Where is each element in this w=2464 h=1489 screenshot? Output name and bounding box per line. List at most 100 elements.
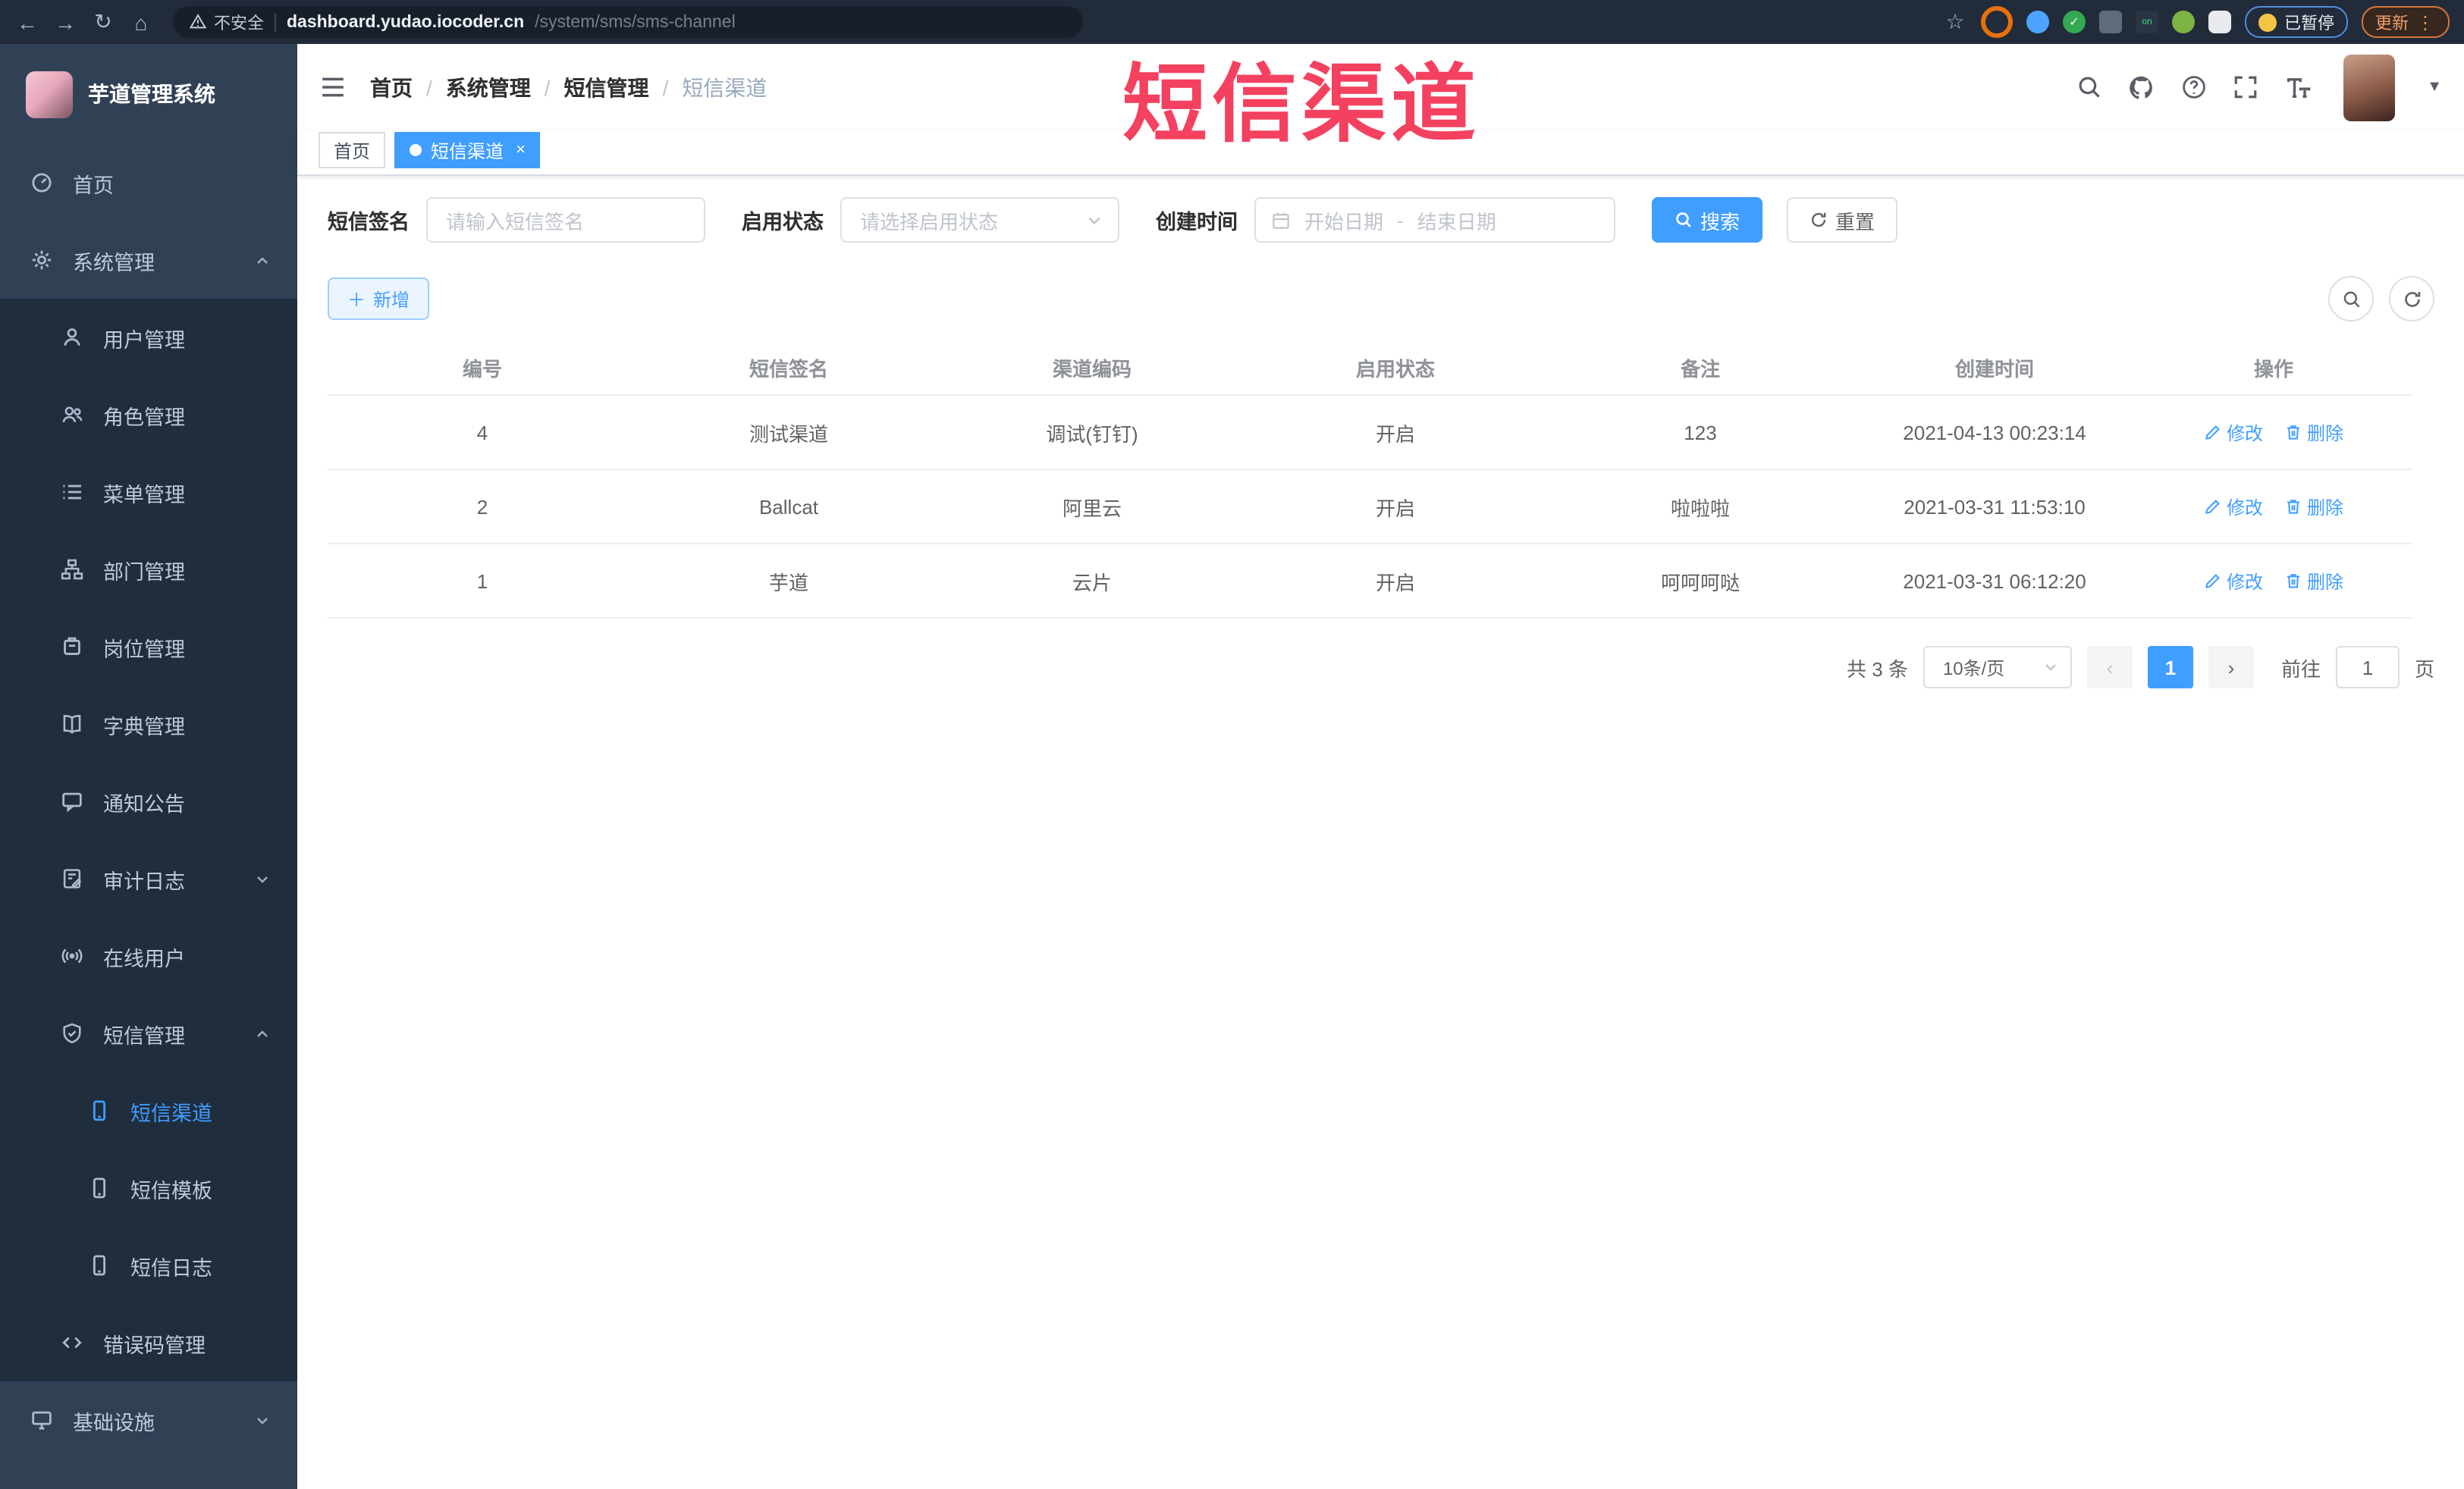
sign-input[interactable]: 请输入短信签名 — [426, 197, 705, 243]
tab-sms-channel[interactable]: 短信渠道 × — [394, 132, 541, 168]
sidebar-item-sms-template[interactable]: 短信模板 — [0, 1149, 297, 1227]
toggle-search-button[interactable] — [2328, 276, 2374, 321]
sidebar-item-role-management[interactable]: 角色管理 — [0, 376, 297, 453]
github-icon[interactable] — [2128, 74, 2155, 101]
page-size-select[interactable]: 10条/页 — [1923, 646, 2072, 688]
delete-link[interactable]: 删除 — [2284, 419, 2343, 445]
help-icon[interactable] — [2181, 74, 2207, 100]
reset-button-label: 重置 — [1835, 210, 1875, 233]
prev-page-button[interactable]: ‹ — [2086, 646, 2133, 688]
breadcrumb: 首页 / 系统管理 / 短信管理 / 短信渠道 — [370, 72, 767, 102]
goto-page-input[interactable]: 1 — [2335, 646, 2400, 688]
sidebar-item-home[interactable]: 首页 — [0, 144, 297, 221]
status-placeholder: 请选择启用状态 — [860, 210, 999, 233]
paused-label: 已暂停 — [2284, 14, 2334, 33]
cell-id: 4 — [328, 396, 637, 470]
cell-actions: 修改 删除 — [2136, 470, 2412, 544]
app-title: 芋道管理系统 — [88, 82, 215, 106]
sidebar-item-label: 短信模板 — [130, 1179, 212, 1202]
reset-button[interactable]: 重置 — [1787, 197, 1898, 243]
sidebar-toggle-icon[interactable] — [320, 74, 346, 100]
search-button-label: 搜索 — [1700, 210, 1740, 233]
sidebar-menu: 首页 系统管理 用户管理 角色管理 菜单管理 部门管理 岗位管理 字典管理 通知… — [0, 144, 297, 1459]
reload-icon[interactable]: ↻ — [91, 9, 115, 34]
app-frame: 芋道管理系统 首页 系统管理 用户管理 角色管理 菜单管理 部门管理 岗位管理 … — [0, 44, 2464, 1489]
breadcrumb-system[interactable]: 系统管理 — [446, 72, 531, 102]
font-size-icon[interactable] — [2284, 74, 2312, 101]
sidebar-item-post-management[interactable]: 岗位管理 — [0, 608, 297, 685]
close-icon[interactable]: × — [516, 141, 526, 159]
date-range-picker[interactable]: 开始日期 - 结束日期 — [1254, 197, 1615, 243]
col-header-sign: 短信签名 — [637, 340, 940, 396]
chevron-down-icon[interactable]: ▼ — [2427, 79, 2442, 96]
address-bar[interactable]: 不安全 dashboard.yudao.iocoder.cn/system/sm… — [173, 6, 1083, 38]
sidebar-item-sms-log[interactable]: 短信日志 — [0, 1227, 297, 1304]
monitor-icon — [30, 1409, 53, 1431]
sidebar-item-label: 系统管理 — [73, 251, 155, 274]
update-browser-button[interactable]: 更新 ⋮ — [2362, 6, 2450, 38]
sidebar-item-label: 在线用户 — [103, 947, 185, 970]
bookmark-star-icon[interactable]: ☆ — [1943, 9, 1967, 34]
delete-link[interactable]: 删除 — [2284, 494, 2343, 519]
sidebar-item-sms-management[interactable]: 短信管理 — [0, 995, 297, 1072]
table-row: 4 测试渠道 调试(钉钉) 开启 123 2021-04-13 00:23:14… — [328, 396, 2434, 470]
search-form: 短信签名 请输入短信签名 启用状态 请选择启用状态 创建时间 开始日期 - 结束… — [328, 197, 2434, 243]
cell-created: 2021-04-13 00:23:14 — [1853, 396, 2136, 470]
delete-link[interactable]: 删除 — [2284, 568, 2343, 594]
sidebar-item-infrastructure[interactable]: 基础设施 — [0, 1381, 297, 1459]
sidebar-item-sms-channel[interactable]: 短信渠道 — [0, 1072, 297, 1149]
sidebar-item-menu-management[interactable]: 菜单管理 — [0, 453, 297, 531]
edit-link[interactable]: 修改 — [2204, 419, 2263, 445]
extension-green-check-icon[interactable]: ✓ — [2063, 11, 2086, 33]
breadcrumb-sms[interactable]: 短信管理 — [564, 72, 649, 102]
search-icon[interactable] — [2076, 74, 2102, 100]
extensions-puzzle-icon[interactable] — [2208, 11, 2231, 33]
extension-plant-icon[interactable] — [2172, 11, 2195, 33]
extension-gray-icon[interactable] — [2099, 11, 2122, 33]
sidebar-item-audit-log[interactable]: 审计日志 — [0, 840, 297, 917]
site-security[interactable]: 不安全 — [190, 10, 264, 34]
sidebar-item-system-management[interactable]: 系统管理 — [0, 221, 297, 299]
paused-profile-badge[interactable]: 已暂停 — [2245, 6, 2348, 38]
tab-home[interactable]: 首页 — [319, 132, 386, 168]
edit-link[interactable]: 修改 — [2204, 494, 2263, 519]
extension-on-badge-icon[interactable]: on — [2136, 11, 2158, 33]
user-avatar[interactable] — [2343, 54, 2396, 121]
sidebar-item-error-code[interactable]: 错误码管理 — [0, 1304, 297, 1381]
home-icon[interactable]: ⌂ — [129, 10, 153, 34]
plus-icon: ＋ — [347, 289, 366, 310]
fullscreen-icon[interactable] — [2233, 74, 2258, 100]
page-number-current[interactable]: 1 — [2147, 646, 2193, 688]
search-icon — [2343, 290, 2359, 307]
browser-menu-icon[interactable]: ⋮ — [2416, 11, 2436, 33]
breadcrumb-home[interactable]: 首页 — [370, 72, 413, 102]
back-icon[interactable]: ← — [15, 10, 39, 34]
sidebar-item-online-users[interactable]: 在线用户 — [0, 917, 297, 995]
roles-icon — [61, 403, 83, 426]
edit-link[interactable]: 修改 — [2204, 568, 2263, 594]
sidebar-item-label: 短信渠道 — [130, 1102, 212, 1124]
forward-icon[interactable]: → — [53, 10, 77, 34]
extension-blue-icon[interactable] — [2026, 11, 2049, 33]
dashboard-icon — [30, 171, 53, 194]
chevron-down-icon — [255, 1412, 270, 1428]
data-table: 编号 短信签名 渠道编码 启用状态 备注 创建时间 操作 4 测试渠道 调试(钉… — [328, 340, 2434, 619]
sidebar-item-dict-management[interactable]: 字典管理 — [0, 685, 297, 763]
table-header-row: 编号 短信签名 渠道编码 启用状态 备注 创建时间 操作 — [328, 340, 2434, 396]
sidebar-item-user-management[interactable]: 用户管理 — [0, 299, 297, 376]
page-suffix: 页 — [2414, 657, 2434, 680]
add-button[interactable]: ＋ 新增 — [328, 277, 430, 320]
search-button[interactable]: 搜索 — [1652, 197, 1763, 243]
refresh-table-button[interactable] — [2389, 276, 2434, 321]
extension-orange-icon[interactable] — [1981, 6, 2013, 38]
sign-placeholder: 请输入短信签名 — [446, 210, 585, 233]
app-logo[interactable]: 芋道管理系统 — [0, 44, 297, 144]
sidebar-item-dept-management[interactable]: 部门管理 — [0, 531, 297, 608]
trash-icon — [2287, 574, 2300, 588]
sidebar-item-notice[interactable]: 通知公告 — [0, 763, 297, 840]
url-path: /system/sms/sms-channel — [535, 13, 736, 31]
next-page-button[interactable]: › — [2208, 646, 2254, 688]
update-label: 更新 — [2375, 14, 2409, 33]
status-select[interactable]: 请选择启用状态 — [840, 197, 1119, 243]
goto-label: 前往 — [2280, 657, 2321, 680]
